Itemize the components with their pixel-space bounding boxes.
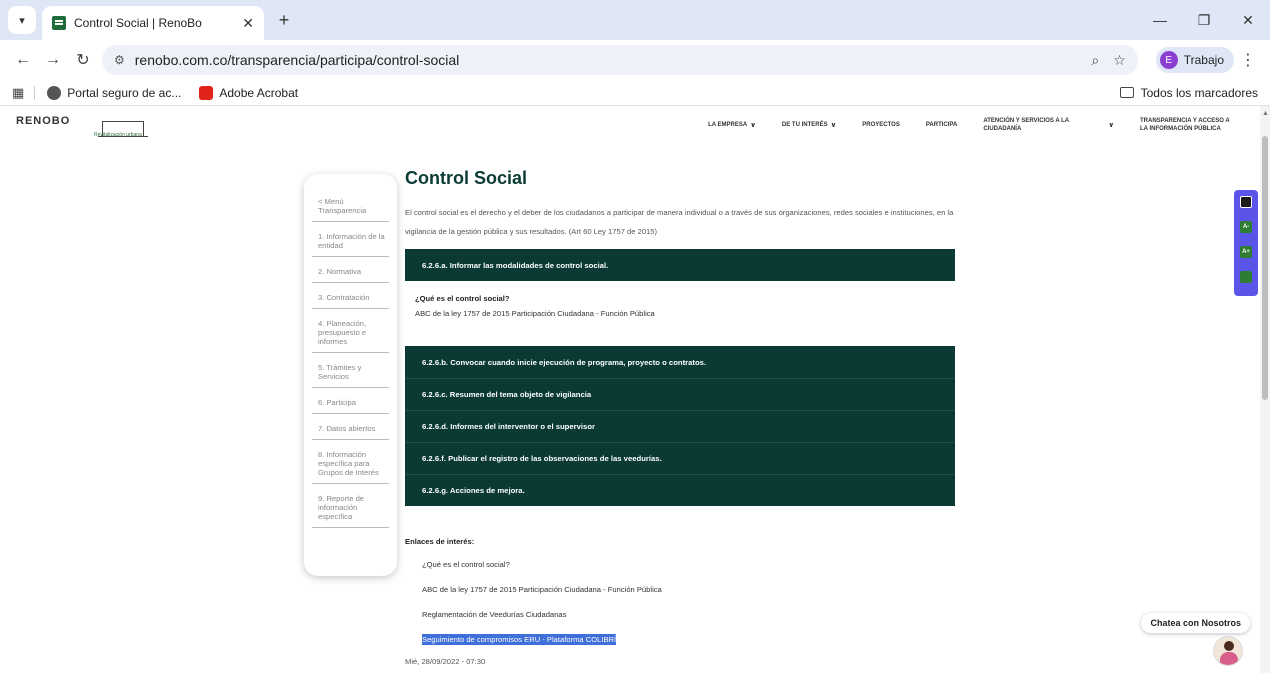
sidemenu-item[interactable]: 3. Contratación [312, 287, 389, 309]
browser-menu-icon[interactable]: ⋮ [1234, 50, 1262, 70]
accordion-body-link[interactable]: ABC de la ley 1757 de 2015 Participación… [415, 309, 965, 318]
nav-proyectos[interactable]: PROYECTOS [862, 122, 900, 128]
revitalizacion-logo-text: Revitalización urbana [94, 132, 142, 138]
close-window-icon[interactable]: ✕ [1226, 0, 1270, 40]
avatar: E [1159, 51, 1178, 69]
accordion-body-link[interactable]: ¿Qué es el control social? [415, 294, 965, 303]
main-content: Control Social El control social es el d… [405, 168, 965, 666]
published-date: Mié, 28/09/2022 - 07:30 [405, 657, 486, 666]
main-nav: LA EMPRESA ∨ DE TU INTERÉS ∨ PROYECTOS PAR… [682, 117, 1236, 133]
restore-icon[interactable]: ❐ [1182, 0, 1226, 40]
bookmark-acrobat[interactable]: Adobe Acrobat [199, 85, 299, 100]
site-header: RENOBO Revitalización urbana LA EMPRESA ∨… [0, 106, 1270, 144]
sign-language-icon[interactable] [1240, 271, 1252, 283]
all-bookmarks-label: Todos los marcadores [1140, 85, 1258, 100]
forward-arrow-icon[interactable]: → [38, 45, 68, 75]
folder-icon [1119, 87, 1134, 98]
tab-title: Control Social | RenoBo [74, 16, 202, 30]
nav-la-empresa[interactable]: LA EMPRESA ∨ [708, 121, 756, 129]
accordion-body-6-2-6-a: ¿Qué es el control social? ABC de la ley… [405, 281, 965, 346]
all-bookmarks-button[interactable]: Todos los marcadores [1119, 85, 1258, 100]
accordion-header-6-2-6-c[interactable]: 6.2.6.c. Resumen del tema objeto de vigi… [405, 378, 955, 410]
bookmarks-divider [34, 85, 36, 100]
browser-tabbar: ▾ Control Social | RenoBo ✕ + — ❐ ✕ [0, 0, 1270, 40]
sidemenu-item[interactable]: 1. Información de la entidad [312, 226, 389, 257]
nav-atencion-chevron[interactable]: ∨ [1105, 121, 1114, 129]
contrast-icon[interactable] [1240, 196, 1252, 208]
bookmark-label: Adobe Acrobat [219, 85, 299, 100]
accordion-header-6-2-6-f[interactable]: 6.2.6.f. Publicar el registro de las obs… [405, 442, 955, 474]
sidemenu-back[interactable]: < Menú Transparencia [312, 191, 389, 222]
close-tab-icon[interactable]: ✕ [242, 15, 254, 32]
minimize-icon[interactable]: — [1138, 0, 1182, 40]
accessibility-toolbar: A- A+ [1234, 190, 1258, 296]
nav-participa[interactable]: PARTICIPA [926, 122, 957, 128]
enlace-link[interactable]: ABC de la ley 1757 de 2015 Participación… [422, 583, 965, 608]
page-title: Control Social [405, 168, 528, 188]
transparencia-sidemenu: < Menú Transparencia 1. Información de l… [304, 174, 397, 576]
window-controls: — ❐ ✕ [1138, 0, 1270, 40]
acrobat-icon [199, 85, 214, 100]
enlace-link[interactable]: Reglamentación de Veedurías Ciudadanas [422, 608, 965, 633]
scrollbar-thumb[interactable] [1262, 136, 1268, 400]
enlace-link[interactable]: ¿Qué es el control social? [422, 558, 965, 583]
bookmarks-bar: ▦ Portal seguro de ac... Adobe Acrobat T… [0, 80, 1270, 106]
browser-tab-active[interactable]: Control Social | RenoBo ✕ [42, 6, 264, 40]
address-bar[interactable]: ⚙ renobo.com.co/transparencia/participa/… [102, 45, 1138, 75]
nav-atencion[interactable]: ATENCIÓN Y SERVICIOS A LA CIUDADANÍA [983, 117, 1079, 133]
accordion-header-6-2-6-a[interactable]: 6.2.6.a. Informar las modalidades de con… [405, 249, 955, 281]
sidemenu-item[interactable]: 2. Normativa [312, 261, 389, 283]
tab-search-icon[interactable]: ▾ [8, 6, 36, 34]
renobo-logo[interactable]: RENOBO [16, 115, 70, 127]
bookmark-label: Portal seguro de ac... [67, 85, 182, 100]
new-tab-button[interactable]: + [270, 6, 298, 34]
chevron-down-icon: ∨ [750, 122, 756, 129]
enlaces-heading: Enlaces de interés: [405, 537, 475, 546]
chat-button[interactable]: Chatea con Nosotros [1141, 613, 1250, 633]
page-viewport: RENOBO Revitalización urbana LA EMPRESA ∨… [0, 106, 1270, 673]
nav-de-tu-interes[interactable]: DE TU INTERÉS ∨ [782, 121, 836, 129]
scroll-up-icon[interactable]: ▲ [1262, 110, 1269, 117]
reload-icon[interactable]: ↻ [68, 45, 98, 75]
site-favicon-icon [52, 16, 66, 30]
sidemenu-item[interactable]: 4. Planeación, presupuesto e informes [312, 313, 389, 353]
chat-assistant-avatar-icon[interactable] [1213, 636, 1243, 666]
site-info-icon[interactable]: ⚙ [114, 53, 125, 67]
sidemenu-item[interactable]: 6. Participa [312, 392, 389, 414]
page-scrollbar[interactable]: ▲ [1260, 106, 1270, 673]
profile-name: Trabajo [1183, 53, 1224, 67]
accordion-header-6-2-6-b[interactable]: 6.2.6.b. Convocar cuando inicie ejecució… [405, 346, 955, 378]
intro-paragraph: El control social es el derecho y el deb… [405, 208, 954, 236]
nav-transparencia[interactable]: TRANSPARENCIA Y ACCESO A LA INFORMACIÓN … [1140, 117, 1236, 133]
enlaces-list: ¿Qué es el control social? ABC de la ley… [405, 558, 965, 658]
zoom-icon[interactable]: ⌕ [1091, 52, 1099, 69]
sidemenu-item[interactable]: 8. Información específica para Grupos de… [312, 444, 389, 484]
decrease-font-icon[interactable]: A- [1240, 221, 1252, 233]
url-text[interactable]: renobo.com.co/transparencia/participa/co… [135, 52, 1078, 68]
increase-font-icon[interactable]: A+ [1240, 246, 1252, 258]
chevron-down-icon: ∨ [830, 122, 837, 129]
bookmark-portal[interactable]: Portal seguro de ac... [47, 85, 182, 100]
sidemenu-item[interactable]: 9. Reporte de información específica [312, 488, 389, 528]
accordion-header-6-2-6-g[interactable]: 6.2.6.g. Acciones de mejora. [405, 474, 955, 506]
apps-grid-icon[interactable]: ▦ [12, 85, 24, 101]
accordion-header-6-2-6-d[interactable]: 6.2.6.d. Informes del interventor o el s… [405, 410, 955, 442]
chevron-down-icon: ∨ [1108, 122, 1114, 129]
globe-icon [47, 85, 62, 100]
bookmark-star-icon[interactable]: ☆ [1113, 52, 1126, 69]
profile-button[interactable]: E Trabajo [1155, 47, 1234, 73]
back-arrow-icon[interactable]: ← [8, 45, 38, 75]
sidemenu-item[interactable]: 5. Trámites y Servicios [312, 357, 389, 388]
enlace-link-selected[interactable]: Seguimiento de compromisos ERU - Platafo… [422, 633, 965, 658]
sidemenu-item[interactable]: 7. Datos abiertos [312, 418, 389, 440]
browser-toolbar: ← → ↻ ⚙ renobo.com.co/transparencia/part… [0, 40, 1270, 80]
